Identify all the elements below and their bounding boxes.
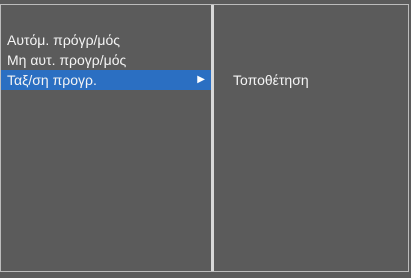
menu-item-program-sort[interactable]: Ταξ/ση προγρ. ▶ [1,70,211,90]
menu-item-label: Αυτόμ. πρόγρ/μός [7,32,121,48]
menu-item-auto-tuning[interactable]: Αυτόμ. πρόγρ/μός [1,30,211,50]
menu-item-label: Μη αυτ. προγρ/μός [7,52,127,68]
main-menu-pane: Αυτόμ. πρόγρ/μός Μη αυτ. προγρ/μός Ταξ/σ… [1,5,211,271]
menu-item-manual-tuning[interactable]: Μη αυτ. προγρ/μός [1,50,211,70]
play-right-icon: ▶ [197,74,205,85]
submenu-option-placement[interactable]: Τοποθέτηση [233,72,309,88]
settings-screen: Αυτόμ. πρόγρ/μός Μη αυτ. προγρ/μός Ταξ/σ… [0,0,411,278]
menu-panel: Αυτόμ. πρόγρ/μός Μη αυτ. προγρ/μός Ταξ/σ… [0,4,409,272]
submenu-pane: Τοποθέτηση [214,5,408,271]
menu-item-label: Ταξ/ση προγρ. [7,72,97,88]
main-menu-list: Αυτόμ. πρόγρ/μός Μη αυτ. προγρ/μός Ταξ/σ… [1,30,211,90]
